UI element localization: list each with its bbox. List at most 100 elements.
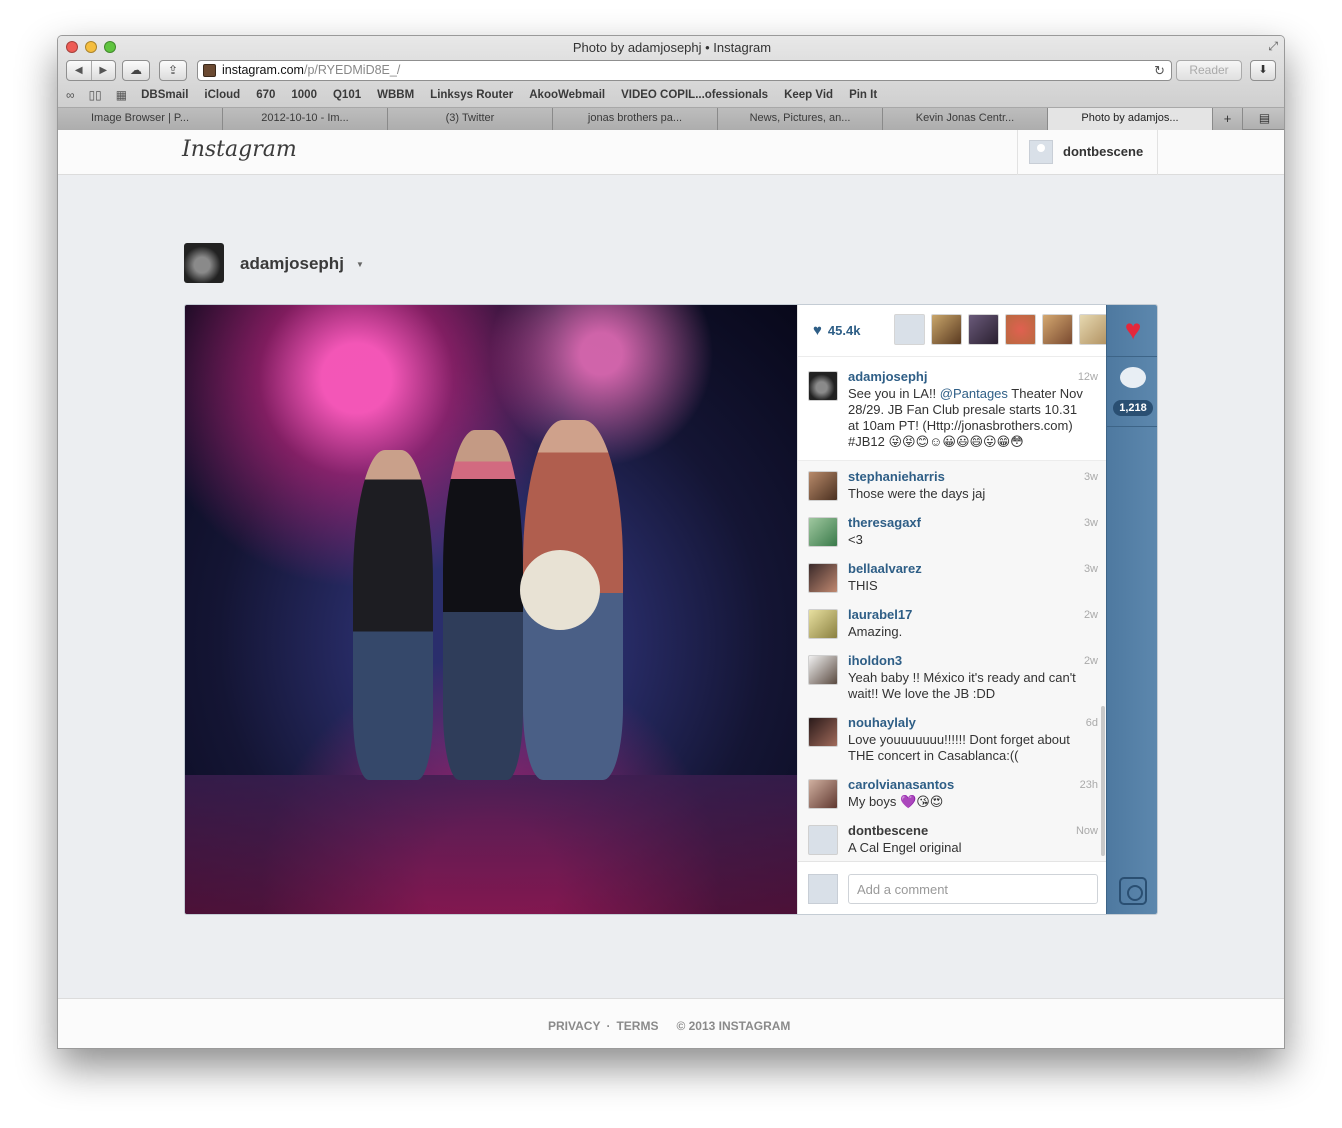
url-host: instagram.com [222,63,304,77]
caption-text-part: See you in LA!! [848,386,940,401]
comment-username[interactable]: carolvianasantos [848,777,954,792]
tab-overview-button[interactable]: ▤ [1243,108,1284,129]
browser-tab[interactable]: 2012-10-10 - Im... [223,108,388,130]
likes-count[interactable]: ♥ 45.4k [813,322,860,339]
current-user-menu[interactable]: dontbescene [1017,130,1158,175]
comment-time: 3w [1083,517,1098,529]
bookmark-item[interactable]: VIDEO COPIL...ofessionals [621,89,768,101]
comment-username[interactable]: laurabel17 [848,607,912,622]
owner-avatar[interactable] [184,243,224,283]
comment-username[interactable]: nouhaylaly [848,715,916,730]
liker-avatar[interactable] [968,314,999,345]
new-tab-button[interactable]: + [1213,108,1243,130]
bookmark-item[interactable]: AkooWebmail [529,89,605,101]
comment-avatar[interactable] [808,717,838,747]
comment-avatar[interactable] [808,517,838,547]
browser-tab[interactable]: (3) Twitter [388,108,553,130]
bookmark-item[interactable]: iCloud [204,89,240,101]
liker-avatar[interactable] [894,314,925,345]
photo-stage [185,775,797,914]
bookmark-item[interactable]: WBBM [377,89,414,101]
reading-list-icon[interactable]: ∞ [66,88,75,102]
comment-avatar[interactable] [808,655,838,685]
url-path: /p/RYEDMiD8E_/ [303,63,401,77]
comment-avatar[interactable] [808,471,838,501]
instagram-favicon-icon [203,64,216,77]
bookmark-item[interactable]: Linksys Router [430,89,513,101]
window-title: Photo by adamjosephj • Instagram [572,40,772,55]
bookmark-item[interactable]: 1000 [291,89,317,101]
likes-row: ♥ 45.4k [798,305,1110,357]
share-button[interactable]: ⇪ [159,60,187,81]
browser-tab[interactable]: Image Browser | P... [58,108,223,130]
forward-button[interactable]: ▶ [92,61,116,80]
add-comment-input[interactable] [848,874,1098,904]
address-bar[interactable]: instagram.com/p/RYEDMiD8E_/ ↻ [197,60,1172,81]
browser-toolbar: Photo by adamjosephj • Instagram ⤢ ◀ ▶ ☁… [58,36,1284,108]
caret-down-icon[interactable]: ▼ [356,260,364,269]
comment-username[interactable]: dontbescene [848,823,928,838]
liker-avatar[interactable] [1042,314,1073,345]
comments-list[interactable]: stephanieharris 3w Those were the days j… [798,461,1107,862]
bookmarks-bar: ∞ ▯▯ ▦ DBSmail iCloud 670 1000 Q101 WBBM… [66,86,893,104]
heart-icon: ♥ [813,322,822,339]
bookmark-item[interactable]: 670 [256,89,275,101]
terms-link[interactable]: TERMS [616,1019,658,1033]
comment-text: Love youuuuuuu!!!!!! Dont forget about T… [848,732,1070,763]
owner-username[interactable]: adamjosephj [240,254,344,274]
speech-bubble-icon [1120,367,1146,388]
photo-figure [443,430,523,780]
post-photo[interactable] [185,305,797,914]
top-sites-grid-icon[interactable]: ▦ [116,88,127,102]
comment-username[interactable]: theresagaxf [848,515,921,530]
privacy-link[interactable]: PRIVACY [548,1019,600,1033]
caption-time: 12w [1077,371,1098,383]
comments-scrollbar[interactable] [1101,706,1105,856]
bookmark-item[interactable]: Keep Vid [784,89,833,101]
comment-avatar[interactable] [808,609,838,639]
comment-avatar[interactable] [808,779,838,809]
photo-card: ♥ 45.4k adamjosephj 12w See you in LA!! @… [184,304,1158,915]
caption-username[interactable]: adamjosephj [848,369,927,384]
comment-username[interactable]: bellaalvarez [848,561,922,576]
browser-tab[interactable]: jonas brothers pa... [553,108,718,130]
bookmark-item[interactable]: Q101 [333,89,361,101]
caption-avatar[interactable] [808,371,838,401]
comment-text: <3 [848,532,863,547]
current-user-avatar [808,874,838,904]
reload-icon[interactable]: ↻ [1154,61,1165,80]
camera-icon[interactable] [1119,877,1147,905]
fullscreen-icon[interactable]: ⤢ [1268,39,1278,54]
comment-avatar[interactable] [808,825,838,855]
liker-avatar[interactable] [1005,314,1036,345]
like-button[interactable]: ♥ [1107,305,1157,357]
add-comment-row [798,862,1107,914]
comment-time: Now [1075,825,1098,837]
back-forward-buttons: ◀ ▶ [66,60,116,81]
browser-tab-active[interactable]: Photo by adamjos... [1048,108,1213,130]
icloud-tabs-button[interactable]: ☁ [122,60,150,81]
comment-button[interactable]: 1,218 [1107,357,1157,427]
download-icon: ⬇ [1258,64,1268,76]
page-footer: PRIVACY · TERMS © 2013 INSTAGRAM [58,998,1284,1048]
back-button[interactable]: ◀ [67,61,92,80]
reader-button[interactable]: Reader [1176,60,1242,81]
caption-mention[interactable]: @Pantages [940,386,1008,401]
comment-username[interactable]: iholdon3 [848,653,902,668]
current-user-avatar [1029,140,1053,164]
bookmark-item[interactable]: Pin It [849,89,877,101]
liker-avatar[interactable] [931,314,962,345]
browser-tab[interactable]: Kevin Jonas Centr... [883,108,1048,130]
bookmark-item[interactable]: DBSmail [141,89,188,101]
photo-guitar [520,550,600,630]
comment-time: 23h [1079,779,1098,791]
comment-text: My boys 💜😘😍 [848,794,944,809]
comment-count-badge: 1,218 [1113,400,1153,416]
browser-tab[interactable]: News, Pictures, an... [718,108,883,130]
downloads-button[interactable]: ⬇ [1250,60,1276,81]
comment-username[interactable]: stephanieharris [848,469,945,484]
instagram-logo[interactable]: Instagram [182,137,297,162]
bookmarks-book-icon[interactable]: ▯▯ [89,88,102,102]
comment-time: 3w [1083,471,1098,483]
comment-avatar[interactable] [808,563,838,593]
